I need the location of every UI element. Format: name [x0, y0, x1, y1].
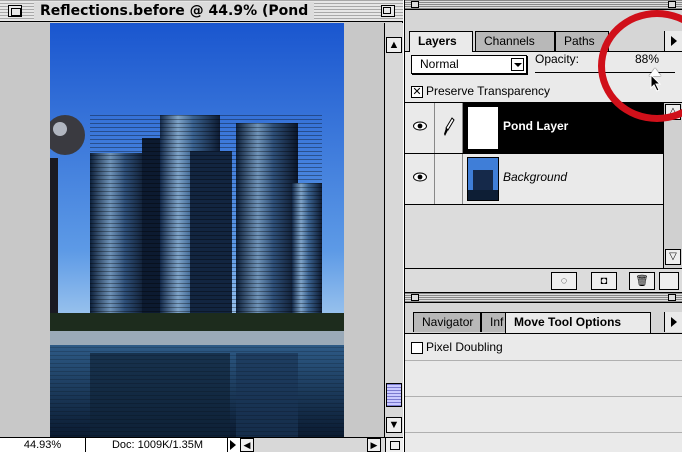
visibility-toggle[interactable] [405, 154, 435, 204]
tab-layers[interactable]: Layers [409, 31, 473, 52]
palette-zoom-box-icon[interactable] [668, 1, 676, 8]
scroll-up-arrow-icon[interactable]: ▲ [386, 37, 402, 53]
chevron-down-icon [511, 58, 524, 71]
blend-mode-select[interactable]: Normal [411, 55, 527, 74]
tool-options-body: Pixel Doubling [405, 333, 682, 452]
tab-move-tool-options[interactable]: Move Tool Options [505, 312, 651, 333]
layer-name: Background [503, 170, 568, 184]
layers-toolbar: ◌ ◘ 🗑 [405, 268, 682, 292]
scroll-left-arrow-icon[interactable]: ◀ [240, 438, 254, 452]
scroll-down-arrow-icon[interactable]: ▽ [665, 249, 681, 265]
zoom-level-field[interactable]: 44.93% [0, 438, 86, 452]
layers-scrollbar[interactable]: △ ▽ [663, 102, 682, 268]
palette-menu-arrow-icon[interactable] [664, 31, 682, 51]
document-image[interactable] [50, 23, 344, 437]
canvas-area[interactable] [0, 23, 384, 437]
visibility-toggle[interactable] [405, 103, 435, 153]
document-horizontal-scrollbar[interactable]: ◀ ▶ [240, 438, 403, 452]
building-photo [50, 23, 344, 437]
status-menu-arrow-icon[interactable] [230, 440, 236, 450]
palette-close-box-icon[interactable] [411, 294, 419, 301]
layer-thumbnail [467, 106, 499, 150]
trash-icon[interactable]: 🗑 [629, 272, 655, 290]
preserve-transparency-checkbox[interactable]: ✕ [411, 86, 423, 98]
eye-icon [413, 121, 427, 131]
document-vertical-scrollbar[interactable]: ▲ ▼ [384, 23, 403, 437]
zoom-box-icon[interactable] [381, 5, 395, 17]
preserve-transparency-label: Preserve Transparency [426, 84, 551, 98]
layers-palette-titlebar[interactable] [405, 0, 682, 10]
grow-box-icon[interactable] [659, 272, 679, 290]
tool-options-palette: Navigator Inf Move Tool Options Pixel Do… [404, 292, 682, 452]
scroll-right-arrow-icon[interactable]: ▶ [367, 438, 381, 452]
tab-navigator[interactable]: Navigator [413, 312, 481, 332]
divider [405, 396, 682, 397]
tab-paths[interactable]: Paths [555, 31, 609, 51]
layer-name: Pond Layer [503, 119, 569, 133]
document-title: Reflections.before @ 44.9% (Pond [34, 2, 315, 20]
edit-toggle[interactable] [435, 103, 463, 153]
opacity-value[interactable]: 88% [635, 52, 659, 66]
close-box-icon[interactable] [8, 5, 22, 17]
document-titlebar[interactable]: Reflections.before @ 44.9% (Pond [0, 0, 403, 22]
palette-close-box-icon[interactable] [411, 1, 419, 8]
layer-row-pond-layer[interactable]: Pond Layer [405, 103, 663, 154]
new-layer-icon[interactable]: ◘ [591, 272, 617, 290]
divider [405, 432, 682, 433]
cursor-arrow-icon [650, 74, 662, 92]
layer-list: Pond Layer Background [405, 102, 663, 268]
palette-zoom-box-icon[interactable] [668, 294, 676, 301]
mask-icon[interactable]: ◌ [551, 272, 577, 290]
tab-channels[interactable]: Channels [475, 31, 555, 51]
brush-icon [444, 117, 455, 136]
status-bar: 44.93% Doc: 1009K/1.35M ◀ ▶ [0, 437, 403, 452]
edit-toggle[interactable] [435, 154, 463, 204]
document-size-readout: Doc: 1009K/1.35M [88, 438, 228, 452]
divider [405, 360, 682, 361]
scroll-thumb[interactable] [386, 383, 402, 407]
tool-tabbar: Navigator Inf Move Tool Options [405, 312, 682, 333]
pixel-doubling-label: Pixel Doubling [426, 340, 503, 354]
palette-menu-arrow-icon[interactable] [664, 312, 682, 332]
layer-row-background[interactable]: Background [405, 154, 663, 205]
opacity-label: Opacity: [535, 52, 580, 66]
resize-grow-box[interactable] [385, 438, 403, 452]
blend-mode-value: Normal [420, 57, 459, 71]
scroll-down-arrow-icon[interactable]: ▼ [386, 417, 402, 433]
layers-palette: Layers Channels Paths Normal Opacity: 88… [404, 0, 682, 292]
tool-palette-titlebar[interactable] [405, 293, 682, 303]
eye-icon [413, 172, 427, 182]
layers-tabbar: Layers Channels Paths [405, 31, 682, 52]
pixel-doubling-checkbox[interactable] [411, 342, 423, 354]
layer-thumbnail [467, 157, 499, 201]
document-window: Reflections.before @ 44.9% (Pond ▲ ▼ 44.… [0, 0, 403, 452]
scroll-up-arrow-icon[interactable]: △ [665, 104, 681, 120]
